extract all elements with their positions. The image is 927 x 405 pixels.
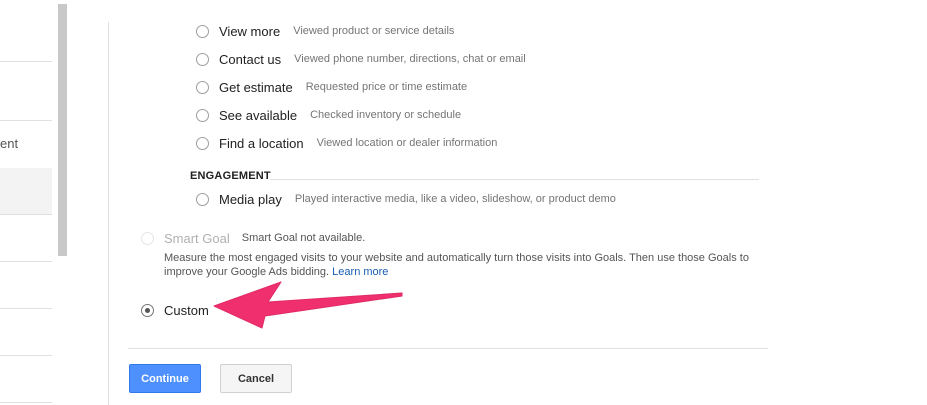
footer-divider xyxy=(128,348,768,349)
continue-button[interactable]: Continue xyxy=(129,364,201,393)
cancel-button[interactable]: Cancel xyxy=(220,364,292,393)
annotation-arrow-icon xyxy=(213,281,403,329)
